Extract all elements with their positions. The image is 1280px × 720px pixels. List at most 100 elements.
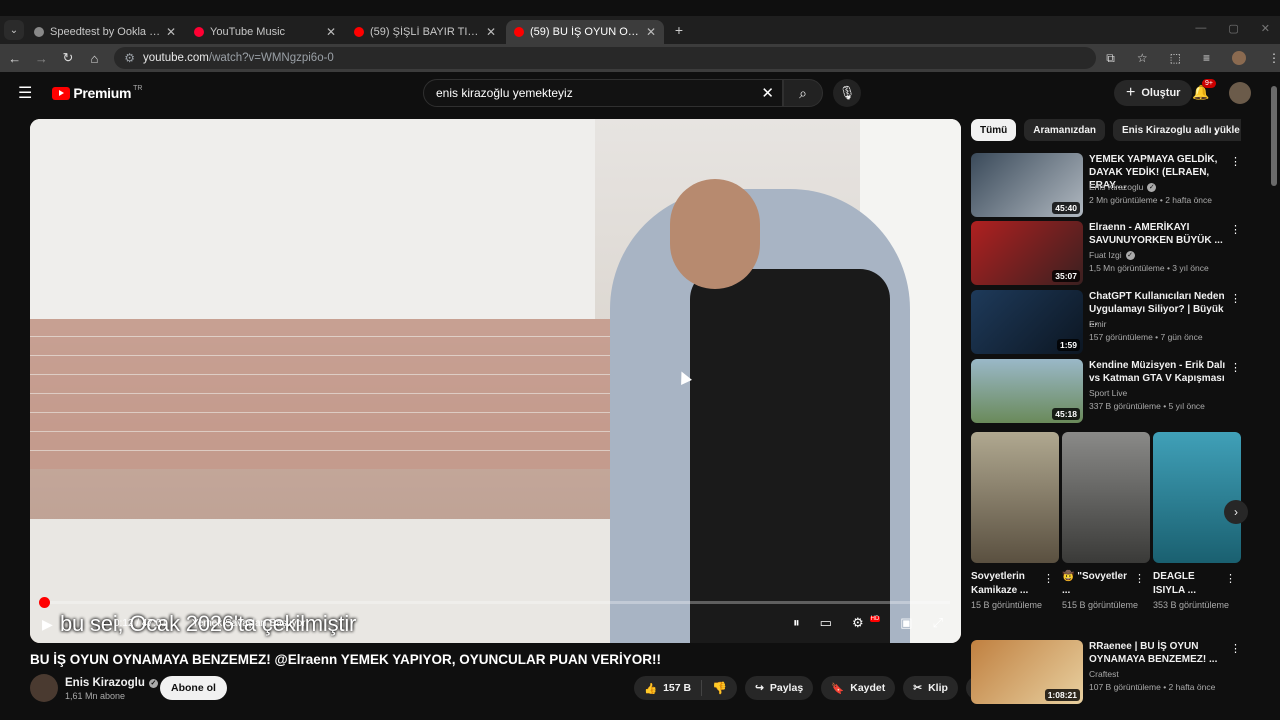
channel-avatar[interactable] <box>30 674 58 702</box>
rec-channel[interactable]: Fuat Izgi ✓ <box>1089 250 1135 260</box>
notification-badge: 9+ <box>1202 79 1216 88</box>
close-tab-icon[interactable]: ✕ <box>646 25 656 39</box>
scissors-icon: ✂ <box>913 682 923 694</box>
profile-avatar[interactable] <box>1231 51 1246 65</box>
like-button[interactable]: 👍 157 B <box>634 680 703 696</box>
youtube-logo[interactable]: Premium TR <box>52 85 143 101</box>
minimize-icon[interactable]: — <box>1195 22 1206 35</box>
browser-tab[interactable]: Speedtest by Ookla - The Global ✕ <box>26 20 184 44</box>
close-tab-icon[interactable]: ✕ <box>486 25 496 39</box>
video-progress-bar[interactable] <box>38 597 950 608</box>
rec-title[interactable]: Kendine Müzisyen - Erik Dalı vs Katman G… <box>1089 359 1227 385</box>
more-vertical-icon[interactable]: ⋮ <box>1134 572 1145 585</box>
close-window-icon[interactable]: ✕ <box>1261 22 1270 35</box>
browser-tab[interactable]: (59) ŞİŞLİ BAYIR TIRMANMA Sİ ✕ <box>346 20 504 44</box>
video-thumbnail[interactable]: 45:18 <box>971 359 1083 423</box>
chip-from-search[interactable]: Aramanızdan <box>1024 119 1106 141</box>
voice-search-button[interactable]: 🎙 <box>833 79 861 107</box>
tab-search-button[interactable]: ⌄ <box>4 20 24 40</box>
play-icon[interactable]: ▶ <box>42 616 53 633</box>
close-tab-icon[interactable]: ✕ <box>326 25 336 39</box>
rec-channel[interactable]: Enis Kirazoglu ✓ <box>1089 182 1157 192</box>
notifications-button[interactable]: 🔔 9+ <box>1192 79 1216 101</box>
browser-tab-active[interactable]: (59) BU İŞ OYUN OYNAMAYA B ✕ <box>506 20 664 44</box>
rec-channel-name: Fuat Izgi <box>1089 250 1122 260</box>
install-app-icon[interactable]: ⧉ <box>1106 51 1115 66</box>
save-button[interactable]: 🔖 Kaydet <box>821 676 896 700</box>
short-thumbnail[interactable] <box>1153 432 1241 563</box>
recommended-video[interactable]: 35:07 Elraenn - AMERİKAYI SAVUNUYORKEN B… <box>971 221 1251 285</box>
subtitles-icon[interactable]: ▭ <box>820 615 832 631</box>
short-title[interactable]: 🤠 "Sovyetler ... <box>1062 570 1132 598</box>
dislike-button[interactable]: 👎 <box>702 681 737 695</box>
chip-channel-uploads[interactable]: Enis Kirazoglu adlı yükle <box>1113 119 1241 141</box>
duration-badge: 45:40 <box>1052 202 1080 214</box>
forward-icon[interactable]: → <box>30 51 54 66</box>
recommended-video[interactable]: 45:18 Kendine Müzisyen - Erik Dalı vs Ka… <box>971 359 1251 423</box>
page-scrollbar[interactable] <box>1270 84 1278 704</box>
video-thumbnail[interactable]: 1:59 <box>971 290 1083 354</box>
browser-tab[interactable]: YouTube Music ✕ <box>186 20 344 44</box>
back-icon[interactable]: ← <box>3 51 27 66</box>
recommended-video[interactable]: 1:08:21 RRaenee | BU İŞ OYUN OYNAMAYA BE… <box>971 640 1251 704</box>
rec-title[interactable]: Elraenn - AMERİKAYI SAVUNUYORKEN BÜYÜK .… <box>1089 221 1227 247</box>
maximize-icon[interactable]: ▢ <box>1228 22 1238 35</box>
clip-button[interactable]: ✂ Klip <box>903 676 958 700</box>
tab-favicon <box>514 27 524 37</box>
menu-icon[interactable]: ☰ <box>18 83 32 103</box>
video-thumbnail[interactable]: 1:08:21 <box>971 640 1083 704</box>
video-player[interactable]: bu sei, Ocak 2026'ta çekilmiştir ▶ 0:12 … <box>30 119 961 643</box>
rec-channel-name: Enis Kirazoglu <box>1089 182 1144 192</box>
more-vertical-icon[interactable]: ⋮ <box>1043 572 1054 585</box>
video-thumbnail[interactable]: 35:07 <box>971 221 1083 285</box>
short-thumbnail[interactable] <box>1062 432 1150 563</box>
chip-all[interactable]: Tümü <box>971 119 1017 141</box>
address-bar[interactable]: ⚙ youtube.com/watch?v=WMNgzpi6o-0 <box>114 47 1097 69</box>
extensions-icon[interactable]: ⬚ <box>1170 51 1181 65</box>
clear-search-icon[interactable]: ✕ <box>761 84 774 102</box>
scrollbar-thumb[interactable] <box>1271 86 1277 186</box>
shorts-next-button[interactable]: › <box>1224 500 1248 524</box>
chapter-title[interactable]: Yemek Savaşları Başlıyor <box>192 618 306 629</box>
close-tab-icon[interactable]: ✕ <box>166 25 176 39</box>
home-icon[interactable]: ⌂ <box>83 51 107 66</box>
shorts-shelf: › Sovyetlerin Kamikaze ... 15 B görüntül… <box>971 432 1248 632</box>
short-title[interactable]: DEAGLE ISIYLA ... <box>1153 570 1223 598</box>
more-vertical-icon[interactable]: ⋮ <box>1230 292 1241 305</box>
more-vertical-icon[interactable]: ⋮ <box>1230 223 1241 236</box>
plus-icon: + <box>1126 84 1136 101</box>
site-info-icon[interactable]: ⚙ <box>124 51 135 65</box>
recommended-video[interactable]: 1:59 ChatGPT Kullanıcıları Neden Uygulam… <box>971 290 1251 354</box>
fullscreen-icon[interactable]: ⤢ <box>933 615 943 631</box>
browser-menu-icon[interactable]: ⋮ <box>1268 51 1280 65</box>
miniplayer-icon[interactable]: ▣ <box>900 615 912 631</box>
search-input[interactable]: enis kirazoğlu yemekteyiz ✕ <box>423 79 783 107</box>
account-avatar[interactable] <box>1229 82 1251 104</box>
rec-title[interactable]: RRaenee | BU İŞ OYUN OYNAMAYA BENZEMEZ! … <box>1089 640 1227 666</box>
search-button[interactable]: ⌕ <box>783 79 823 107</box>
bookmark-star-icon[interactable]: ☆ <box>1137 51 1148 65</box>
share-button[interactable]: ↪ Paylaş <box>745 676 814 700</box>
settings-gear-icon[interactable]: ⚙ <box>852 615 864 631</box>
autoplay-toggle-icon[interactable]: ⏸ <box>793 615 800 631</box>
rec-channel[interactable]: Emir <box>1089 319 1106 329</box>
reload-icon[interactable]: ↻ <box>56 50 80 66</box>
rec-channel[interactable]: Craftest <box>1089 669 1119 679</box>
more-vertical-icon[interactable]: ⋮ <box>1230 642 1241 655</box>
new-tab-button[interactable]: + <box>670 21 688 39</box>
more-vertical-icon[interactable]: ⋮ <box>1230 361 1241 374</box>
channel-name[interactable]: Enis Kirazoglu ✓ <box>65 677 158 689</box>
subscribe-button[interactable]: Abone ol <box>160 676 227 700</box>
media-control-icon[interactable]: ≡ <box>1203 51 1210 65</box>
browser-toolbar: ← → ↻ ⌂ ⚙ youtube.com/watch?v=WMNgzpi6o-… <box>0 44 1280 72</box>
rec-channel[interactable]: Sport Live <box>1089 388 1127 398</box>
create-button[interactable]: + Oluştur <box>1114 80 1193 106</box>
video-thumbnail[interactable]: 45:40 <box>971 153 1083 217</box>
more-vertical-icon[interactable]: ⋮ <box>1230 155 1241 168</box>
short-title[interactable]: Sovyetlerin Kamikaze ... <box>971 570 1041 598</box>
chevron-right-icon[interactable]: › <box>1214 124 1218 138</box>
rec-title[interactable]: ChatGPT Kullanıcıları Neden Uygulamayı S… <box>1089 290 1227 329</box>
more-vertical-icon[interactable]: ⋮ <box>1225 572 1236 585</box>
short-thumbnail[interactable] <box>971 432 1059 563</box>
recommended-video[interactable]: 45:40 YEMEK YAPMAYA GELDİK, DAYAK YEDİK!… <box>971 153 1251 217</box>
